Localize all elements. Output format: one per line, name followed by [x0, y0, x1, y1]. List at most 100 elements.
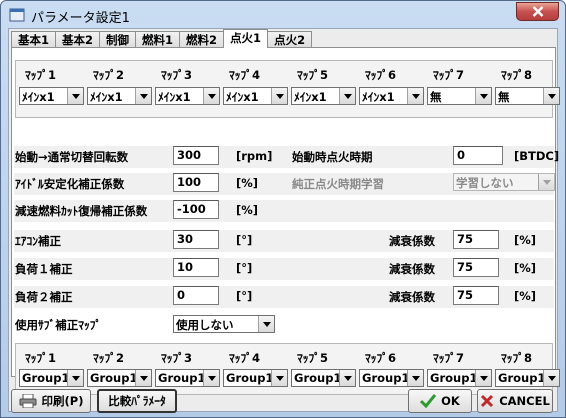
close-button[interactable] [516, 2, 559, 21]
tab-fuel1[interactable]: 燃料1 [135, 31, 181, 48]
bottom-map-select-8[interactable]: Group1 [495, 369, 560, 387]
bottom-map-label-6: ﾏｯﾌﾟ6 [365, 351, 397, 365]
chevron-down-icon [543, 370, 559, 386]
window-title: パラメータ設定1 [31, 11, 130, 26]
app-icon [9, 8, 25, 22]
ok-button-label: OK [441, 394, 460, 408]
bottom-map-label-1: ﾏｯﾌﾟ1 [25, 351, 57, 365]
load1-unit: [°] [236, 261, 253, 275]
idle-coef-input[interactable]: 100 [173, 173, 219, 192]
title-bar[interactable]: パラメータ設定1 [1, 1, 565, 28]
bottom-map-label-8: ﾏｯﾌﾟ8 [501, 351, 533, 365]
tab-fuel2[interactable]: 燃料2 [179, 31, 225, 48]
top-map-select-1[interactable]: ﾒｲﾝx1 [19, 87, 84, 105]
submap-select[interactable]: 使用しない [173, 315, 275, 333]
chevron-down-icon [339, 370, 355, 386]
top-map-label-1: ﾏｯﾌﾟ1 [25, 68, 57, 82]
idle-coef-unit: [%] [236, 176, 259, 190]
top-map-select-7[interactable]: 無 [427, 87, 492, 105]
learn-select[interactable]: 学習しない [453, 173, 555, 191]
ac-input[interactable]: 30 [173, 230, 219, 249]
top-map-select-value: ﾒｲﾝx1 [226, 90, 259, 104]
chevron-down-icon [271, 370, 287, 386]
top-map-select-value: 無 [498, 90, 510, 104]
print-button[interactable]: 印刷(P) [11, 389, 91, 413]
bottom-map-select-6[interactable]: Group1 [359, 369, 424, 387]
top-map-label-6: ﾏｯﾌﾟ6 [365, 68, 397, 82]
idle-coef-label: ｱｲﾄﾞﾙ安定化補正係数 [15, 177, 125, 191]
bottom-map-select-3[interactable]: Group1 [155, 369, 220, 387]
bottom-map-select-value: Group1 [90, 371, 138, 385]
load1-decay-label: 減衰係数 [389, 262, 435, 276]
cancel-button[interactable]: CANCEL [477, 389, 553, 413]
bottom-map-select-2[interactable]: Group1 [87, 369, 152, 387]
ac-decay-label: 減衰係数 [389, 234, 435, 248]
tab-control[interactable]: 制御 [99, 31, 137, 48]
load2-decay-input[interactable]: 75 [453, 286, 499, 305]
chevron-down-icon [475, 88, 491, 104]
load1-decay-input[interactable]: 75 [453, 258, 499, 277]
chevron-down-icon [339, 88, 355, 104]
chevron-down-icon [538, 174, 554, 190]
load2-decay-unit: [%] [514, 289, 537, 303]
bottom-map-select-value: Group1 [158, 371, 206, 385]
decel-coef-unit: [%] [236, 203, 259, 217]
start-ignition-input[interactable]: 0 [453, 146, 503, 165]
top-map-select-value: ﾒｲﾝx1 [22, 90, 55, 104]
chevron-down-icon [135, 370, 151, 386]
top-map-select-4[interactable]: ﾒｲﾝx1 [223, 87, 288, 105]
bottom-map-select-1[interactable]: Group1 [19, 369, 84, 387]
load1-input[interactable]: 10 [173, 258, 219, 277]
close-icon [532, 6, 543, 17]
bottom-map-select-7[interactable]: Group1 [427, 369, 492, 387]
tab-ignition1[interactable]: 点火1 [223, 29, 269, 48]
top-map-select-3[interactable]: ﾒｲﾝx1 [155, 87, 220, 105]
top-map-label-5: ﾏｯﾌﾟ5 [297, 68, 329, 82]
chevron-down-icon [271, 88, 287, 104]
bottom-map-select-4[interactable]: Group1 [223, 369, 288, 387]
bottom-map-group: ﾏｯﾌﾟ1 Group1 ﾏｯﾌﾟ2 Group1 ﾏｯﾌﾟ3 Group1 ﾏｯﾌﾟ4 Gr… [15, 343, 560, 395]
decel-coef-input[interactable]: -100 [173, 200, 219, 219]
load2-decay-label: 減衰係数 [389, 290, 435, 304]
tab-basic1[interactable]: 基本1 [11, 31, 57, 48]
compare-button[interactable]: 比較ﾊﾟﾗﾒｰﾀ [97, 389, 177, 413]
top-map-select-8[interactable]: 無 [495, 87, 560, 105]
start-switch-rpm-input[interactable]: 300 [173, 146, 219, 165]
tab-ignition2[interactable]: 点火2 [267, 31, 313, 48]
bottom-map-label-4: ﾏｯﾌﾟ4 [229, 351, 261, 365]
check-icon [420, 394, 437, 408]
bottom-map-label-7: ﾏｯﾌﾟ7 [433, 351, 465, 365]
top-map-select-2[interactable]: ﾒｲﾝx1 [87, 87, 152, 105]
top-map-label-2: ﾏｯﾌﾟ2 [93, 68, 125, 82]
top-map-label-3: ﾏｯﾌﾟ3 [161, 68, 193, 82]
chevron-down-icon [475, 370, 491, 386]
load2-input[interactable]: 0 [173, 286, 219, 305]
bottom-map-select-value: Group1 [294, 371, 342, 385]
chevron-down-icon [258, 316, 274, 332]
top-map-select-5[interactable]: ﾒｲﾝx1 [291, 87, 356, 105]
chevron-down-icon [203, 88, 219, 104]
start-ignition-unit: [BTDC] [514, 149, 560, 163]
top-map-select-6[interactable]: ﾒｲﾝx1 [359, 87, 424, 105]
top-map-select-value: ﾒｲﾝx1 [90, 90, 123, 104]
tab-strip: 基本1 基本2 制御 燃料1 燃料2 点火1 点火2 [11, 29, 313, 48]
chevron-down-icon [203, 370, 219, 386]
bottom-map-label-3: ﾏｯﾌﾟ3 [161, 351, 193, 365]
print-button-label: 印刷(P) [41, 394, 84, 408]
tab-basic2[interactable]: 基本2 [55, 31, 101, 48]
top-map-select-value: ﾒｲﾝx1 [294, 90, 327, 104]
submap-select-value: 使用しない [176, 318, 234, 332]
top-map-select-value: ﾒｲﾝx1 [362, 90, 395, 104]
top-map-group: ﾏｯﾌﾟ1 ﾒｲﾝx1 ﾏｯﾌﾟ2 ﾒｲﾝx1 ﾏｯﾌﾟ3 ﾒｲﾝx1 ﾏｯﾌﾟ4 ﾒｲﾝx1… [15, 60, 560, 118]
load1-label: 負荷１補正 [15, 262, 73, 276]
load2-unit: [°] [236, 289, 253, 303]
bottom-map-select-value: Group1 [498, 371, 546, 385]
ac-decay-input[interactable]: 75 [453, 230, 499, 249]
ac-unit: [°] [236, 233, 253, 247]
bottom-map-select-5[interactable]: Group1 [291, 369, 356, 387]
top-map-label-7: ﾏｯﾌﾟ7 [433, 68, 465, 82]
ok-button[interactable]: OK [408, 389, 472, 413]
start-switch-rpm-label: 始動→通常切替回転数 [15, 150, 129, 164]
start-switch-rpm-unit: [rpm] [236, 149, 273, 163]
printer-icon [19, 394, 37, 408]
